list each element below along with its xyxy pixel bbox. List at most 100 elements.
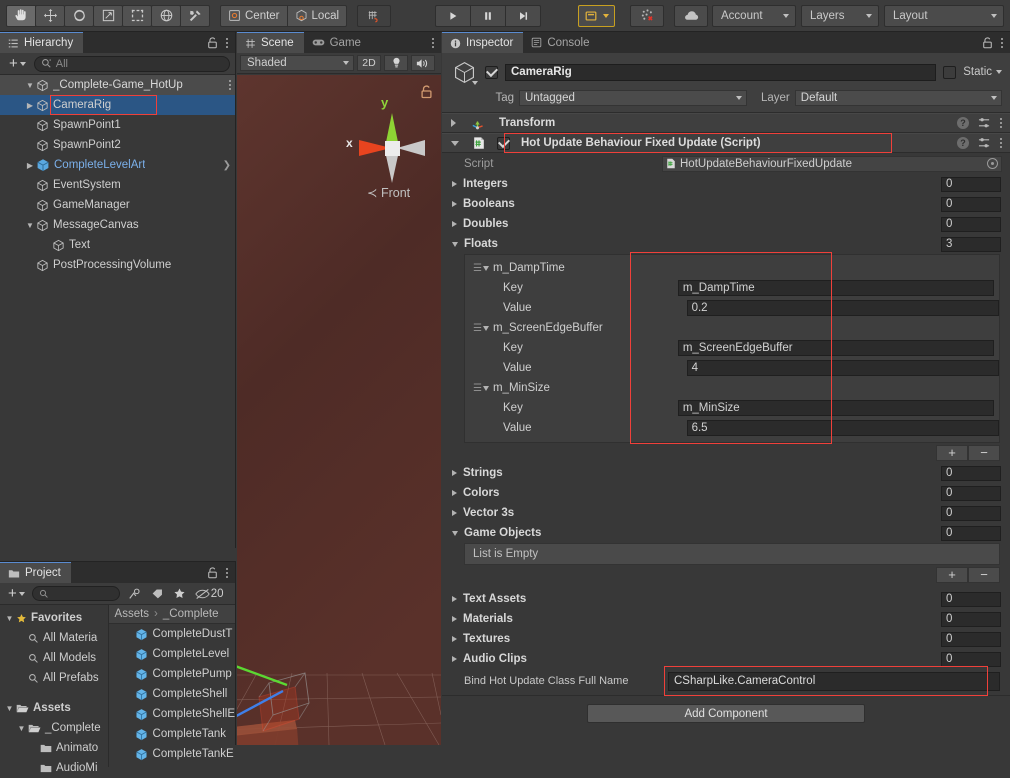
float-key-input[interactable]: m_ScreenEdgeBuffer	[677, 340, 994, 356]
gameobjects-add-button[interactable]: +	[936, 567, 968, 583]
scene-menu-icon[interactable]	[229, 80, 231, 90]
collection-size-input[interactable]: 0	[941, 631, 1001, 647]
gameobject-enabled-checkbox[interactable]	[485, 65, 498, 79]
hierarchy-item-messagecanvas[interactable]: ▼ MessageCanvas	[0, 215, 235, 235]
project-asset-item[interactable]: CompleteTankE	[109, 744, 235, 764]
add-component-button[interactable]: Add Component	[587, 704, 865, 723]
toggle-2d-button[interactable]: 2D	[357, 55, 381, 71]
drag-handle-icon[interactable]: ☰	[473, 383, 482, 394]
hierarchy-item-camerarig[interactable]: ▶ CameraRig	[0, 95, 235, 115]
tag-dropdown[interactable]: Untagged	[519, 90, 747, 106]
tab-game[interactable]: Game	[304, 32, 371, 53]
float-value-input[interactable]: 4	[686, 360, 999, 376]
project-asset-item[interactable]: CompleteShell	[109, 684, 235, 704]
preset-icon[interactable]	[978, 117, 991, 129]
hierarchy-item-eventsystem[interactable]: EventSystem	[0, 175, 235, 195]
pivot-rotation-button[interactable]: Local	[286, 4, 348, 27]
hierarchy-search-input[interactable]: All	[33, 55, 230, 72]
float-key-input[interactable]: m_MinSize	[677, 400, 994, 416]
float-entry-header[interactable]: ☰ m_ScreenEdgeBuffer	[465, 318, 999, 338]
collection-row-vector-3s[interactable]: Vector 3s 0	[442, 503, 1010, 523]
collab-dropdown-icon[interactable]	[603, 13, 609, 18]
grid-snap-button[interactable]	[357, 4, 392, 27]
scene-orientation-gizmo[interactable]: y x ≺ Front	[329, 85, 439, 205]
float-value-input[interactable]: 6.5	[686, 420, 999, 436]
hierarchy-menu-icon[interactable]	[226, 37, 228, 48]
scene-expand-arrow[interactable]: ▼	[24, 81, 36, 90]
hierarchy-item-spawnpoint1[interactable]: SpawnPoint1	[0, 115, 235, 135]
inspector-menu-icon[interactable]	[1001, 37, 1003, 48]
cloud-button[interactable]	[674, 4, 708, 27]
tab-console[interactable]: Console	[523, 32, 599, 53]
favorites-star-icon[interactable]	[173, 587, 186, 600]
scene-menu-icon[interactable]	[432, 37, 434, 48]
script-expand-arrow[interactable]	[451, 140, 459, 146]
component-menu-icon[interactable]	[1000, 118, 1002, 128]
collection-row-booleans[interactable]: Booleans 0	[442, 194, 1010, 214]
lock-icon[interactable]	[982, 36, 993, 49]
custom-tool-button[interactable]	[180, 4, 210, 27]
rotate-tool-button[interactable]	[64, 4, 94, 27]
prefab-open-arrow-icon[interactable]: ❯	[223, 160, 231, 171]
play-button[interactable]	[435, 4, 471, 27]
project-tree-item[interactable]: All Models	[0, 648, 108, 668]
expand-arrow[interactable]	[482, 385, 489, 391]
project-asset-item[interactable]: CompleteLevel	[109, 644, 235, 664]
help-icon[interactable]: ?	[957, 137, 969, 149]
hand-tool-button[interactable]	[6, 4, 36, 27]
project-search-input[interactable]	[31, 586, 120, 601]
scene-viewport[interactable]: y x ≺ Front	[237, 75, 441, 745]
project-tree-item[interactable]: ▼ _Complete	[0, 718, 108, 738]
gameobject-icon[interactable]	[450, 58, 478, 86]
expand-arrow[interactable]	[452, 596, 457, 602]
lock-icon[interactable]	[207, 36, 218, 49]
hierarchy-item-text[interactable]: Text	[0, 235, 235, 255]
hierarchy-item-gamemanager[interactable]: GameManager	[0, 195, 235, 215]
lock-icon[interactable]	[207, 566, 218, 579]
collection-row-game-objects[interactable]: Game Objects 0	[442, 523, 1010, 543]
floats-remove-button[interactable]: −	[968, 445, 1000, 461]
project-tree-item[interactable]: Animato	[0, 738, 108, 758]
project-asset-item[interactable]: CompletePump	[109, 664, 235, 684]
gameobjects-remove-button[interactable]: −	[968, 567, 1000, 583]
rect-tool-button[interactable]	[122, 4, 152, 27]
move-tool-button[interactable]	[35, 4, 65, 27]
project-asset-item[interactable]: CompleteShellE	[109, 704, 235, 724]
expand-arrow[interactable]	[482, 325, 489, 331]
collection-size-input[interactable]: 0	[941, 651, 1001, 667]
project-tree-item[interactable]: ▼ Assets	[0, 698, 108, 718]
float-entry-header[interactable]: ☰ m_DampTime	[465, 258, 999, 278]
expand-arrow[interactable]	[482, 265, 489, 271]
static-dropdown[interactable]: Static	[963, 66, 1002, 78]
create-object-button[interactable]: +	[5, 56, 30, 71]
expand-arrow[interactable]	[452, 530, 458, 536]
transform-expand-arrow[interactable]	[451, 119, 456, 127]
collection-size-input[interactable]: 0	[941, 176, 1001, 192]
collection-row-colors[interactable]: Colors 0	[442, 483, 1010, 503]
collab-button[interactable]	[578, 4, 615, 27]
pivot-mode-button[interactable]: Center	[220, 4, 288, 27]
collection-row-materials[interactable]: Materials 0	[442, 609, 1010, 629]
breadcrumb-root[interactable]: Assets	[115, 608, 150, 620]
collection-row-text-assets[interactable]: Text Assets 0	[442, 589, 1010, 609]
tab-project[interactable]: Project	[0, 562, 71, 583]
project-menu-icon[interactable]	[226, 567, 228, 578]
step-button[interactable]	[505, 4, 541, 27]
expand-arrow[interactable]	[452, 656, 457, 662]
collection-row-textures[interactable]: Textures 0	[442, 629, 1010, 649]
script-enabled-checkbox[interactable]	[497, 136, 510, 150]
collection-size-input[interactable]: 0	[941, 465, 1001, 481]
preset-icon[interactable]	[978, 137, 991, 149]
hierarchy-scene-row[interactable]: ▼ _Complete-Game_HotUp	[0, 75, 235, 95]
collection-size-input[interactable]: 0	[941, 525, 1001, 541]
collection-row-audio-clips[interactable]: Audio Clips 0	[442, 649, 1010, 669]
filter-type-icon[interactable]	[128, 587, 142, 601]
expand-arrow[interactable]: ▼	[4, 614, 15, 623]
breadcrumb-folder[interactable]: _Complete	[163, 608, 219, 620]
float-entry-header[interactable]: ☰ m_MinSize	[465, 378, 999, 398]
hidden-assets-counter[interactable]: 20	[195, 588, 224, 600]
collection-size-input[interactable]: 3	[941, 236, 1001, 252]
expand-arrow[interactable]: ▼	[16, 724, 27, 733]
hierarchy-item-postprocessingvolume[interactable]: PostProcessingVolume	[0, 255, 235, 275]
expand-arrow[interactable]	[452, 221, 457, 227]
